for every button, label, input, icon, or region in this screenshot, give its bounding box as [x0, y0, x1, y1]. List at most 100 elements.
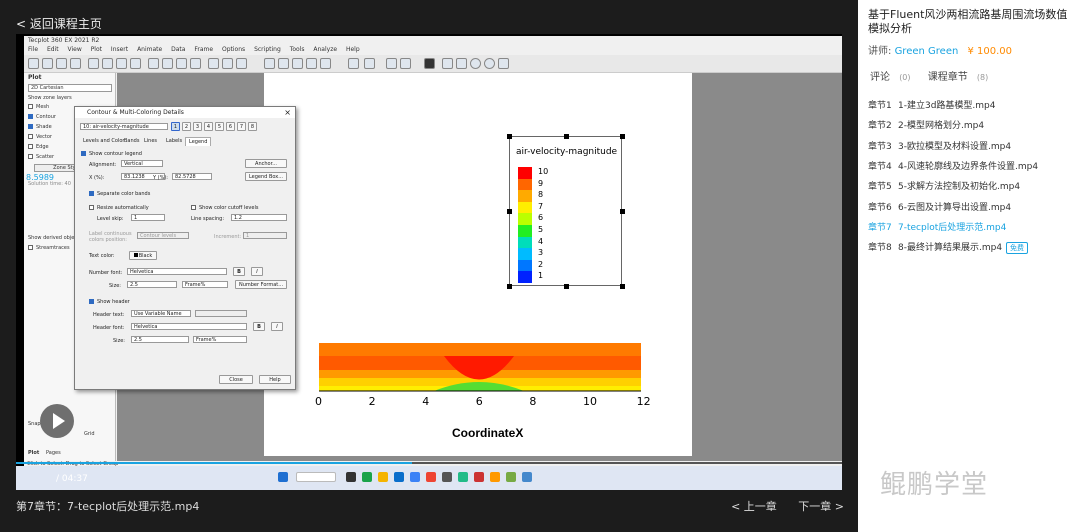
legend-icon[interactable]	[306, 58, 317, 69]
mesh-checkbox[interactable]	[28, 104, 33, 109]
chapter-item[interactable]: 章节8 8-最终计算结果展示.mp4 免费	[868, 240, 1029, 255]
tab-chapters[interactable]: 课程章节 (8)	[928, 72, 989, 83]
layout-icon[interactable]	[348, 58, 359, 69]
chrome-icon[interactable]	[426, 472, 436, 482]
open-icon[interactable]	[42, 58, 53, 69]
help-button[interactable]: Help	[259, 375, 291, 384]
separate-bands-row[interactable]: Separate color bands	[89, 191, 150, 197]
menu-plot[interactable]: Plot	[91, 46, 102, 53]
group-button[interactable]: 6	[226, 122, 235, 131]
extract-icon[interactable]	[236, 58, 247, 69]
plot-paper[interactable]: CoordinateX 0 2 4 6 8 10 12 air-velocity-magni…	[264, 73, 692, 456]
contour-icon[interactable]	[292, 58, 303, 69]
back-to-course-link[interactable]: < 返回课程主页	[16, 15, 102, 32]
slice-icon[interactable]	[190, 58, 201, 69]
adjust-icon[interactable]	[102, 58, 113, 69]
dialog-tab[interactable]: Labels	[163, 137, 185, 145]
number-font-select[interactable]: Helvetica	[127, 268, 227, 275]
size-unit-select[interactable]: Frame%	[182, 281, 228, 288]
chapter-item[interactable]: 章节3 3-欧拉模型及材料设置.mp4	[868, 139, 1011, 152]
menu-tools[interactable]: Tools	[290, 46, 305, 53]
menu-data[interactable]: Data	[171, 46, 185, 53]
layer-vector[interactable]: Vector	[28, 134, 52, 140]
alignment-select[interactable]: Vertical	[121, 160, 163, 167]
taskview-icon[interactable]	[346, 472, 356, 482]
fullscreen-icon[interactable]	[424, 58, 435, 69]
plot-type-select[interactable]: 2D Cartesian	[28, 84, 112, 92]
fit-icon[interactable]	[176, 58, 187, 69]
menu-help[interactable]: Help	[346, 46, 360, 53]
layer-shade[interactable]: Shade	[28, 124, 52, 130]
chapter-item[interactable]: 章节1 1-建立3d路基模型.mp4	[868, 98, 995, 111]
group-button[interactable]: 3	[193, 122, 202, 131]
zoom-icon[interactable]	[162, 58, 173, 69]
next-chapter-button[interactable]: 下一章 >	[798, 500, 844, 513]
chapter-item[interactable]: 章节5 5-求解方法控制及初始化.mp4	[868, 179, 1020, 192]
tab-comments[interactable]: 评论 (0)	[870, 72, 911, 83]
y-percent-input[interactable]: 82.5728	[172, 173, 212, 180]
circle-icon[interactable]	[470, 58, 481, 69]
close-button[interactable]: Close	[219, 375, 253, 384]
explorer-icon[interactable]	[378, 472, 388, 482]
probe-icon[interactable]	[116, 58, 127, 69]
legend-handle[interactable]	[620, 284, 625, 289]
group-button[interactable]: 8	[248, 122, 257, 131]
bold-button[interactable]: B	[233, 267, 245, 276]
cutoff-row[interactable]: Show color cutoff levels	[191, 205, 258, 211]
video-player[interactable]: Tecplot 360 EX 2021 R2 File Edit View Pl…	[16, 34, 842, 490]
contour-checkbox[interactable]	[28, 114, 33, 119]
legend-box-button[interactable]: Legend Box...	[245, 172, 287, 181]
edge-checkbox[interactable]	[28, 144, 33, 149]
app-icon[interactable]	[506, 472, 516, 482]
text-icon[interactable]	[264, 58, 275, 69]
layer-mesh[interactable]: Mesh	[28, 104, 49, 110]
scatter-checkbox[interactable]	[28, 154, 33, 159]
legend-handle[interactable]	[507, 209, 512, 214]
print-icon[interactable]	[70, 58, 81, 69]
chapter-item[interactable]: 章节6 6-云图及计算导出设置.mp4	[868, 200, 1011, 213]
layer-contour[interactable]: Contour	[28, 114, 56, 120]
select-icon[interactable]	[88, 58, 99, 69]
contour-legend[interactable]: air-velocity-magnitude 10 9 8 7 6 5 4 3 2 1	[507, 134, 625, 289]
edge-icon[interactable]	[394, 472, 404, 482]
function-icon[interactable]	[364, 58, 375, 69]
header-text-select[interactable]: Use Variable Name	[131, 310, 191, 317]
legend-handle[interactable]	[564, 134, 569, 139]
level-skip-input[interactable]: 1	[131, 214, 165, 221]
number-format-button[interactable]: Number Format...	[235, 280, 287, 289]
translate-icon[interactable]	[130, 58, 141, 69]
search-icon[interactable]	[296, 472, 336, 482]
teacher-name[interactable]: Green Green	[895, 46, 959, 57]
color-icon[interactable]	[320, 58, 331, 69]
line-spacing-input[interactable]: 1.2	[231, 214, 287, 221]
wps-icon[interactable]	[474, 472, 484, 482]
group-button[interactable]: 5	[215, 122, 224, 131]
app-icon[interactable]	[490, 472, 500, 482]
menu-view[interactable]: View	[68, 46, 82, 53]
progress-bar[interactable]	[16, 462, 842, 464]
menu-edit[interactable]: Edit	[47, 46, 59, 53]
anchor-button[interactable]: Anchor...	[245, 159, 287, 168]
rectangle-icon[interactable]	[442, 58, 453, 69]
streamtraces-row[interactable]: Streamtraces	[28, 245, 70, 251]
header-size-input[interactable]: 2.5	[131, 336, 189, 343]
header-unit-select[interactable]: Frame%	[193, 336, 247, 343]
image-icon[interactable]	[386, 58, 397, 69]
tecplot-icon[interactable]	[522, 472, 532, 482]
isosurface-icon[interactable]	[222, 58, 233, 69]
menu-scripting[interactable]: Scripting	[254, 46, 281, 53]
chapter-item[interactable]: 章节2 2-模型网格划分.mp4	[868, 118, 984, 131]
variable-select[interactable]: 10: air-velocity-magnitude	[80, 123, 168, 130]
menu-animate[interactable]: Animate	[137, 46, 162, 53]
geometry-icon[interactable]	[278, 58, 289, 69]
legend-handle[interactable]	[620, 209, 625, 214]
tab-plot[interactable]: Plot	[28, 450, 39, 456]
app-icon[interactable]	[362, 472, 372, 482]
menu-file[interactable]: File	[28, 46, 38, 53]
text-color-button[interactable]: Black	[129, 251, 157, 260]
browser-icon[interactable]	[410, 472, 420, 482]
dialog-close-icon[interactable]: ×	[284, 108, 291, 117]
new-icon[interactable]	[28, 58, 39, 69]
show-header-row[interactable]: Show header	[89, 299, 130, 305]
header-bold-button[interactable]: B	[253, 322, 265, 331]
